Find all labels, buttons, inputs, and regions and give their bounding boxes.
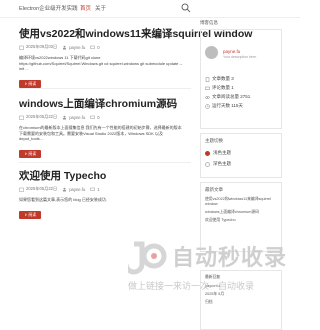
post-excerpt: 编译环境vs2022windows 11 下载代码git clone https…	[19, 55, 183, 72]
stat-comments: 评论数量 1	[205, 85, 234, 91]
theme-switch-card: 主题切换 浅色主题 深色主题	[200, 133, 282, 178]
author-card: payne.fu Your description here. 文章数量 3 评…	[200, 29, 282, 129]
post-comments[interactable]: 0	[90, 115, 100, 120]
avatar[interactable]	[205, 46, 218, 59]
read-more-button[interactable]: 阅读	[19, 149, 41, 158]
read-more-button[interactable]: 阅读	[19, 210, 41, 219]
stat-posts: 文章数量 3	[205, 76, 234, 82]
post-divider	[19, 162, 191, 163]
user-icon	[63, 187, 67, 191]
post-title[interactable]: windows上面编译chromium源码	[19, 98, 184, 110]
post-excerpt: 在chromium的最新版本上面搜集信息 我们先有一个性能的搭建的初始步骤，选择…	[19, 125, 182, 142]
author-name[interactable]: payne.fu	[223, 49, 240, 54]
top-nav: Electron企业级开发实践 首页 关于	[0, 0, 300, 18]
user-icon	[63, 45, 67, 49]
eye-icon	[205, 95, 210, 99]
user-icon	[63, 115, 67, 119]
theme-heading: 主题切换	[205, 138, 223, 143]
radio-unselected[interactable]	[205, 161, 210, 167]
post-meta: 2025年05月22日 payne.fu 1	[19, 185, 184, 193]
post-title[interactable]: 使用vs2022和windows11来编译squirrel window	[19, 28, 252, 40]
clock-icon	[205, 103, 210, 109]
post-excerpt: 如果您看到这篇文章,表示您的 blog 已经安装成功.	[19, 197, 108, 202]
recent-post-link[interactable]: windows上面编译chromium源码	[205, 210, 281, 215]
theme-option-dark[interactable]: 深色主题	[205, 161, 231, 167]
post-author[interactable]: payne.fu	[62, 187, 85, 192]
post-comments[interactable]: 1	[90, 187, 100, 192]
post-meta: 2025年05月22日 payne.fu 0	[19, 113, 184, 121]
watermark-banner: 自动秒收录 做上链接一来访一次一自动收录	[128, 238, 298, 300]
sidebar: 博客信息 payne.fu Your description here. 文章数…	[200, 20, 282, 330]
post-date: 2025年09月03日	[19, 44, 57, 50]
post-meta: 2025年09月03日 payne.fu 0	[19, 43, 184, 51]
radio-selected[interactable]	[205, 150, 210, 156]
post-card: 欢迎使用 Typecho 2025年05月22日 payne.fu 1 如果您看…	[19, 170, 184, 221]
read-more-button[interactable]: 阅读	[19, 79, 41, 88]
nav-home-link[interactable]: 首页	[80, 4, 91, 12]
author-heading: 博客信息	[200, 20, 218, 25]
search-icon[interactable]	[180, 2, 192, 14]
stat-views: 文章阅读总量 2751	[205, 94, 250, 100]
post-comments[interactable]: 0	[90, 45, 100, 50]
calendar-icon	[19, 187, 24, 192]
post-card: 使用vs2022和windows11来编译squirrel window 202…	[19, 28, 252, 90]
arrow-right-icon	[24, 82, 27, 85]
arrow-right-icon	[24, 152, 27, 155]
arrow-right-icon	[24, 213, 27, 216]
brand-logo-icon	[128, 241, 167, 275]
post-author[interactable]: payne.fu	[62, 115, 85, 120]
comment-icon	[90, 45, 96, 49]
watermark-subtitle: 做上链接一来访一次一自动收录	[128, 281, 255, 291]
comment-icon	[205, 86, 210, 90]
theme-option-light[interactable]: 浅色主题	[205, 150, 231, 156]
post-divider	[19, 88, 191, 89]
post-date: 2025年05月22日	[19, 186, 57, 192]
archive-link[interactable]: 归档	[205, 300, 213, 305]
recent-post-link[interactable]: 使用vs2022和windows11来编译squirrel window	[205, 197, 281, 207]
document-icon	[205, 76, 210, 82]
site-title[interactable]: Electron企业级开发实践	[19, 4, 78, 12]
post-author[interactable]: payne.fu	[62, 45, 85, 50]
post-title[interactable]: 欢迎使用 Typecho	[19, 170, 184, 182]
post-date: 2025年05月22日	[19, 114, 57, 120]
comment-icon	[90, 187, 96, 191]
author-description: Your description here.	[223, 55, 257, 59]
recent-post-link[interactable]: 欢迎使用 Typecho	[205, 218, 281, 223]
post-card: windows上面编译chromium源码 2025年05月22日 payne.…	[19, 98, 184, 160]
stat-days: 运行天数 115天	[205, 103, 243, 109]
watermark-brand: 自动秒收录	[172, 245, 288, 270]
recent-heading: 最新文章	[205, 187, 223, 192]
calendar-icon	[19, 45, 24, 50]
comment-icon	[90, 115, 96, 119]
calendar-icon	[19, 115, 24, 120]
nav-about-link[interactable]: 关于	[95, 4, 106, 12]
